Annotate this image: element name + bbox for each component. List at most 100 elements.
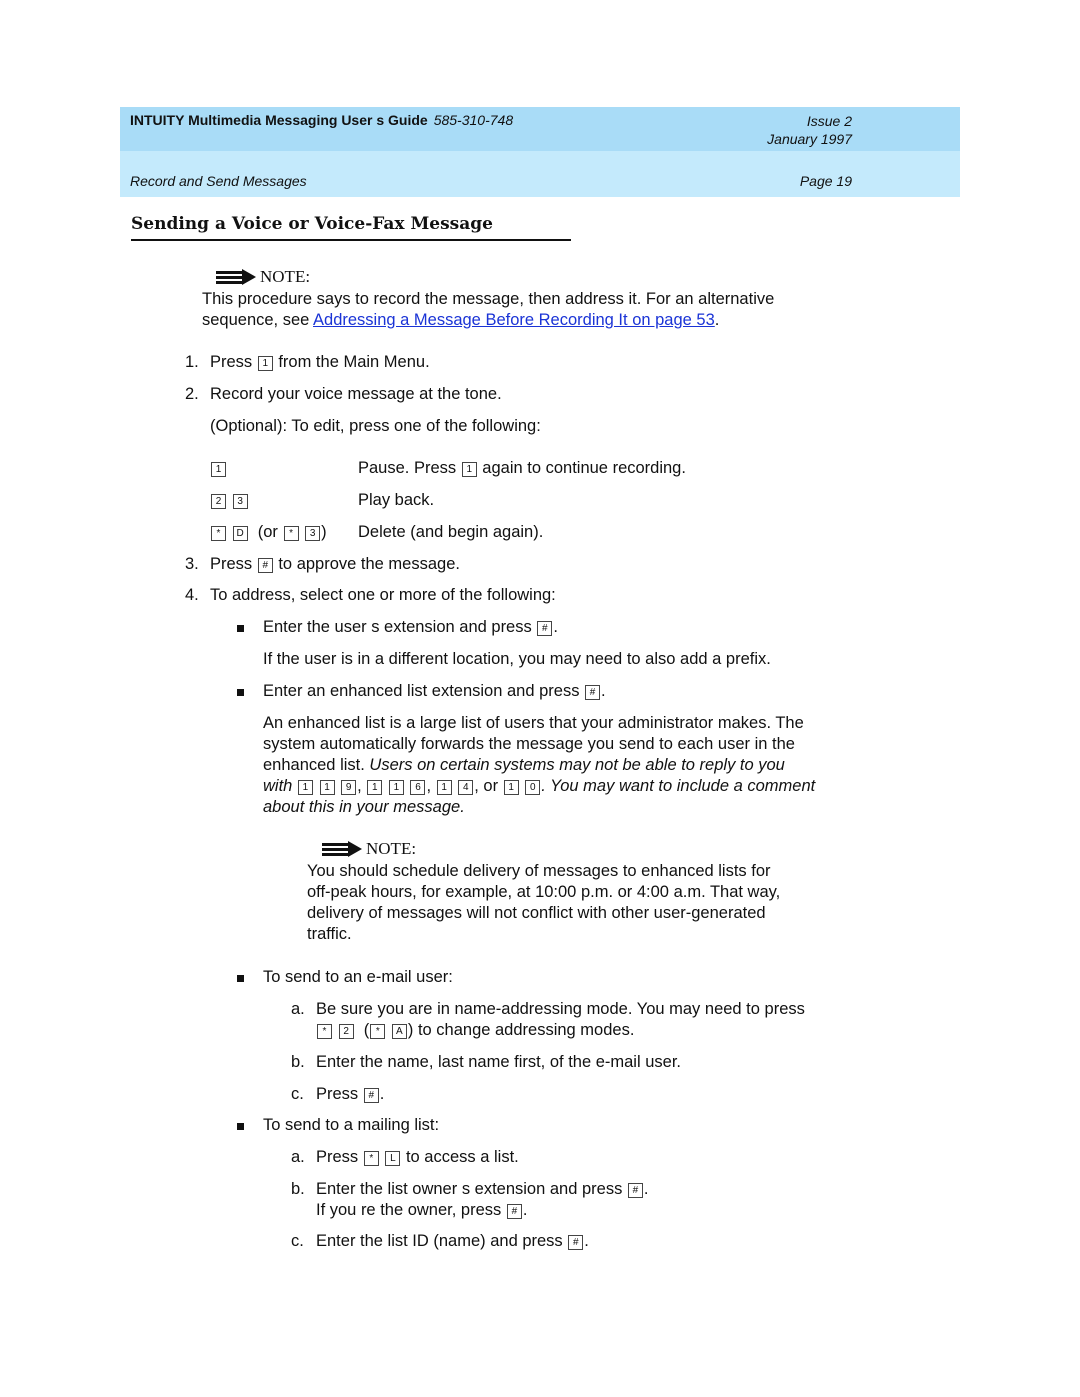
text-segment: . <box>584 1232 589 1250</box>
text-segment: NOTE: <box>366 839 417 858</box>
optional-text: (Optional): To edit, press one of the fo… <box>210 417 541 435</box>
page-number: Page 19 <box>799 173 852 189</box>
option-mailing-list: To send to a mailing list: <box>263 1116 440 1134</box>
step-2-text: Record your voice message at the tone. <box>210 385 502 403</box>
issue-info: Issue 2 January 1997 <box>767 112 852 148</box>
substep-letter: a. <box>291 1148 305 1166</box>
substep-letter: c. <box>291 1232 304 1250</box>
step-3-text: Press # to approve the message. <box>210 555 460 574</box>
text-segment: (or <box>257 523 283 541</box>
step-1-text: Press 1 from the Main Menu. <box>210 353 430 372</box>
phone-key: * <box>211 526 226 541</box>
phone-key: # <box>537 621 553 636</box>
note-heading: NOTE: <box>322 839 416 859</box>
phone-key: 1 <box>503 780 519 795</box>
mailing-substep-b: Enter the list owner s extension and pre… <box>316 1179 649 1221</box>
edit-option-desc: Pause. Press 1 again to continue recordi… <box>358 459 686 478</box>
step-3: 3. <box>185 555 199 573</box>
enhanced-list-description: An enhanced list is a large list of user… <box>263 713 815 818</box>
doc-number: 585-310-748 <box>433 112 514 128</box>
edit-option-desc: Delete (and begin again). <box>358 523 544 541</box>
phone-key: 6 <box>410 780 426 795</box>
step-2: 2. <box>185 385 199 403</box>
text-segment: to approve the message. <box>273 555 460 573</box>
text-segment: 1. <box>185 353 199 371</box>
cross-reference-link[interactable]: Addressing a Message Before Recording It… <box>313 311 715 329</box>
issue-date: January 1997 <box>767 131 852 147</box>
issue: Issue 2 <box>806 113 852 129</box>
text-segment: again to continue recording. <box>477 459 686 477</box>
text-segment: about this in your message. <box>263 798 465 816</box>
text-segment: , <box>357 777 367 795</box>
text-segment: If you re the owner, press <box>316 1201 506 1219</box>
text-segment: Press <box>210 353 257 371</box>
text-segment: system automatically forwards the messag… <box>263 735 795 753</box>
phone-key: * <box>317 1024 332 1039</box>
phone-key: 1 <box>297 780 313 795</box>
text-segment: Enter the user s extension and press <box>263 618 537 636</box>
phone-key: 2 <box>211 494 226 509</box>
phone-key: 1 <box>461 462 477 477</box>
phone-key: 0 <box>525 780 541 795</box>
text-segment: . <box>643 1180 649 1198</box>
text-segment: . <box>553 618 558 636</box>
text-segment: Press <box>316 1085 363 1103</box>
phone-key: * <box>363 1151 379 1166</box>
substep-letter: b. <box>291 1053 305 1071</box>
email-substep-a: Be sure you are in name-addressing mode.… <box>316 1000 805 1018</box>
substep-letter: a. <box>291 1000 305 1018</box>
edit-option-keys: 1 <box>210 459 227 478</box>
phone-key: # <box>506 1204 522 1219</box>
text-segment: Users on certain systems may not be able… <box>369 756 785 774</box>
text-segment: ) to change addressing modes. <box>407 1021 635 1039</box>
guide-title: INTUITY Multimedia Messaging User s Guid… <box>130 112 513 128</box>
phone-key: # <box>363 1088 379 1103</box>
text-segment: Press <box>316 1148 363 1166</box>
text-segment: . You may want to include a comment <box>541 777 816 795</box>
note-text: You should schedule delivery of messages… <box>307 861 780 945</box>
option-extension-sub: If the user is in a different location, … <box>263 650 771 668</box>
step-4-text: To address, select one or more of the fo… <box>210 586 556 604</box>
bullet-icon <box>237 689 244 696</box>
section-name: Record and Send Messages <box>130 173 307 189</box>
text-segment: NOTE: <box>260 267 311 286</box>
note-heading: NOTE: <box>216 267 310 287</box>
email-substep-b: Enter the name, last name first, of the … <box>316 1053 681 1071</box>
text-segment: Press <box>210 555 257 573</box>
text-segment: Enter the list ID (name) and press <box>316 1232 568 1250</box>
text-segment: ) <box>321 523 327 541</box>
text-segment: to access a list. <box>401 1148 519 1166</box>
phone-key: D <box>232 526 248 541</box>
header-top-band: INTUITY Multimedia Messaging User s Guid… <box>120 107 960 151</box>
phone-key: * <box>283 526 299 541</box>
substep-letter: b. <box>291 1180 305 1198</box>
text-segment: . <box>601 682 606 700</box>
text-segment: delivery of messages will not conflict w… <box>307 904 766 922</box>
option-email: To send to an e-mail user: <box>263 968 453 986</box>
phone-key: 1 <box>211 462 226 477</box>
text-segment: This procedure says to record the messag… <box>202 290 775 308</box>
section-title: Sending a Voice or Voice-Fax Message <box>131 214 571 241</box>
text-segment: Enter an enhanced list extension and pre… <box>263 682 585 700</box>
edit-option-keys: * D (or * 3) <box>210 523 327 542</box>
note-arrow-icon <box>322 841 362 857</box>
substep-letter: c. <box>291 1085 304 1103</box>
phone-key: 4 <box>458 780 474 795</box>
text-segment: You should schedule delivery of messages… <box>307 862 771 880</box>
phone-key: 3 <box>305 526 321 541</box>
text-segment: ( <box>363 1021 370 1039</box>
phone-key: L <box>385 1151 401 1166</box>
option-extension: Enter the user s extension and press #. <box>263 618 558 637</box>
text-segment: , <box>426 777 436 795</box>
edit-option-keys: 2 3 <box>210 491 249 510</box>
phone-key: # <box>627 1183 643 1198</box>
email-substep-a-cont: * 2 (* A) to change addressing modes. <box>316 1021 634 1040</box>
edit-option-desc: Play back. <box>358 491 435 509</box>
bullet-icon <box>237 1123 244 1130</box>
phone-key: 1 <box>319 780 335 795</box>
text-segment: Pause. Press <box>358 459 461 477</box>
text-segment: . <box>522 1201 528 1219</box>
step-1: 1. <box>185 353 199 372</box>
note-arrow-icon <box>216 269 256 285</box>
phone-key: 2 <box>338 1024 354 1039</box>
